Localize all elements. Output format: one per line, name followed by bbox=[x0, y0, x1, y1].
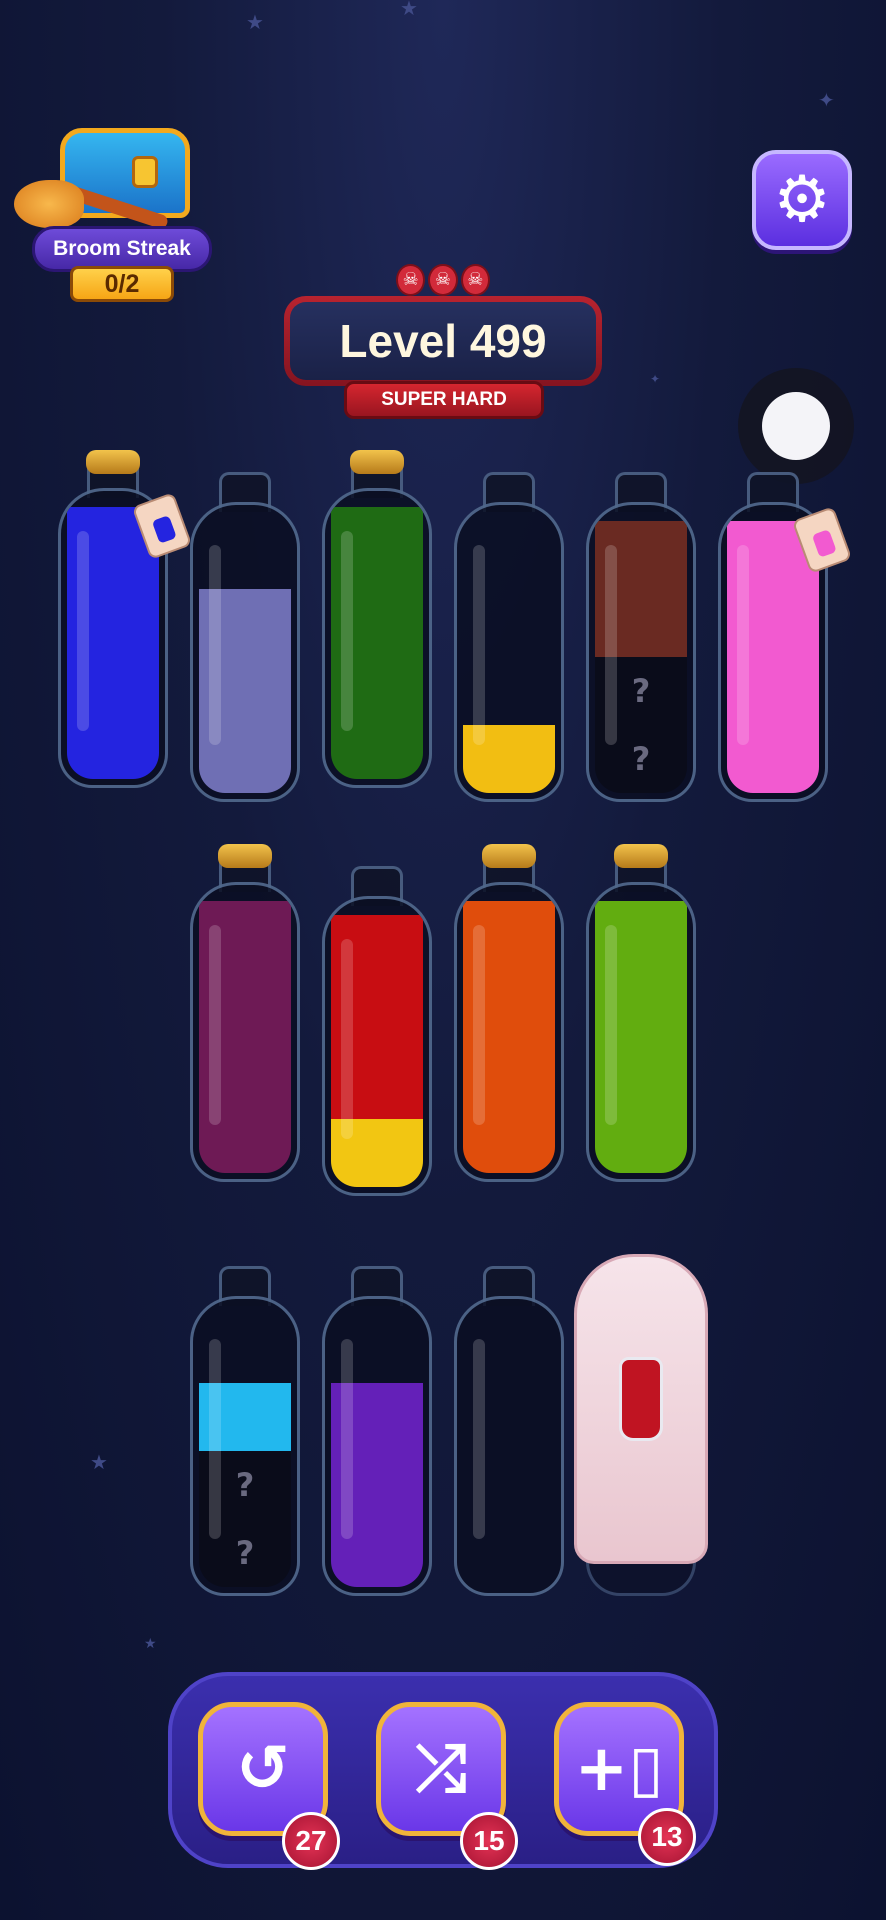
bottle-glass bbox=[322, 488, 432, 788]
glass-shine bbox=[341, 939, 353, 1139]
bottle-3[interactable] bbox=[322, 450, 432, 792]
level-title: Level 499 bbox=[290, 302, 596, 380]
gear-icon: ⚙ bbox=[773, 163, 831, 237]
skull-icon: ☠ bbox=[460, 264, 490, 296]
skull-icon: ☠ bbox=[396, 264, 426, 296]
cork-icon bbox=[218, 844, 272, 868]
star-decoration: ★ bbox=[246, 10, 264, 34]
bottle-glass: ?? bbox=[586, 502, 696, 802]
bottle-glass bbox=[190, 882, 300, 1182]
lock-icon bbox=[132, 156, 158, 188]
difficulty-skulls: ☠ ☠ ☠ bbox=[396, 264, 490, 298]
covered-bottle[interactable] bbox=[574, 1254, 708, 1564]
glass-shine bbox=[341, 531, 353, 731]
bottle-glass bbox=[454, 1296, 564, 1596]
potion-icon bbox=[619, 1357, 663, 1441]
level-panel: Level 499 bbox=[284, 296, 602, 386]
glass-shine bbox=[473, 545, 485, 745]
star-decoration: ✦ bbox=[818, 88, 835, 112]
skull-icon: ☠ bbox=[428, 264, 458, 296]
difficulty-badge: SUPER HARD bbox=[344, 381, 544, 419]
glass-shine bbox=[605, 925, 617, 1125]
bottle-9[interactable] bbox=[454, 844, 564, 1186]
bottle-glass bbox=[454, 502, 564, 802]
bottle-13[interactable] bbox=[454, 1266, 564, 1600]
bottle-4[interactable] bbox=[454, 472, 564, 806]
bottle-8[interactable] bbox=[322, 866, 432, 1200]
bottle-glass: ?? bbox=[190, 1296, 300, 1596]
glass-shine bbox=[77, 531, 89, 731]
bottle-5[interactable]: ?? bbox=[586, 472, 696, 806]
glass-shine bbox=[473, 1339, 485, 1539]
glass-shine bbox=[605, 545, 617, 745]
glass-shine bbox=[209, 925, 221, 1125]
glass-shine bbox=[209, 1339, 221, 1539]
star-decoration: ★ bbox=[90, 1450, 108, 1474]
bottle-glass bbox=[322, 1296, 432, 1596]
bottle-glass bbox=[454, 882, 564, 1182]
bottle-glass bbox=[586, 882, 696, 1182]
bottle-glass bbox=[190, 502, 300, 802]
shuffle-count-badge: 15 bbox=[460, 1812, 518, 1870]
cork-icon bbox=[482, 844, 536, 868]
bottle-glass bbox=[322, 896, 432, 1196]
star-decoration: ★ bbox=[144, 1636, 157, 1652]
broom-head-icon bbox=[14, 180, 84, 228]
glass-shine bbox=[341, 1339, 353, 1539]
cork-icon bbox=[350, 450, 404, 474]
glass-shine bbox=[209, 545, 221, 745]
touch-indicator bbox=[738, 368, 854, 484]
add-bottle-count-badge: 13 bbox=[638, 1808, 696, 1866]
bottle-11[interactable]: ?? bbox=[190, 1266, 300, 1600]
undo-icon: ↺ bbox=[236, 1732, 290, 1806]
broom-streak-widget[interactable]: Broom Streak 0/2 bbox=[10, 118, 212, 308]
undo-count-badge: 27 bbox=[282, 1812, 340, 1870]
glass-shine bbox=[737, 545, 749, 745]
star-decoration: ★ bbox=[400, 0, 418, 20]
add-bottle-icon: +▯ bbox=[574, 1732, 664, 1806]
shuffle-icon: ⤮ bbox=[415, 1732, 467, 1806]
bottle-12[interactable] bbox=[322, 1266, 432, 1600]
bottle-10[interactable] bbox=[586, 844, 696, 1186]
star-decoration: ✦ bbox=[650, 372, 661, 386]
bottle-1[interactable] bbox=[58, 450, 193, 792]
glass-shine bbox=[473, 925, 485, 1125]
cork-icon bbox=[614, 844, 668, 868]
cork-icon bbox=[86, 450, 140, 474]
bottle-6[interactable] bbox=[718, 472, 853, 806]
bottle-2[interactable] bbox=[190, 472, 300, 806]
streak-count: 0/2 bbox=[70, 266, 174, 302]
settings-button[interactable]: ⚙ bbox=[752, 150, 852, 250]
bottle-7[interactable] bbox=[190, 844, 300, 1186]
